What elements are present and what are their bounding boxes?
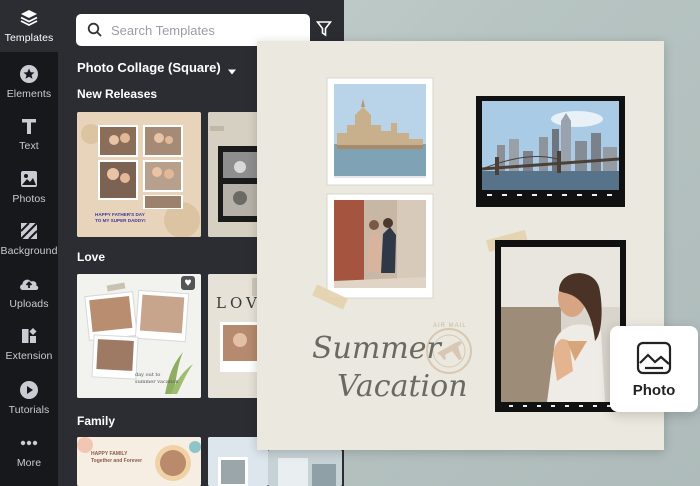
template-thumb-love-summer[interactable]: day out to summer vacation [77, 274, 201, 398]
rail-item-uploads[interactable]: Uploads [0, 266, 58, 318]
image-icon [18, 168, 40, 190]
canvas-title-line1: Summer [312, 331, 441, 366]
rail-label: Templates [4, 32, 54, 44]
photo-frame-couple [326, 193, 434, 299]
photo-frame-parliament [326, 77, 434, 186]
rail-label: Text [19, 140, 39, 152]
thumb-caption-happy-family: HAPPY FAMILY Together and Forever [91, 451, 143, 464]
canvas-title-line2: Vacation [337, 369, 468, 404]
template-thumb-family-3[interactable] [268, 450, 342, 486]
background-icon [18, 220, 40, 242]
layers-icon [18, 7, 40, 29]
star-icon [18, 63, 40, 85]
template-thumb-fathers-day[interactable]: HAPPY FATHER'S DAY TO MY SUPER DADDY! [77, 112, 201, 237]
search-input[interactable] [111, 22, 301, 38]
rail-label: More [16, 457, 42, 469]
thumb-caption-summer: day out to summer vacation [135, 372, 179, 385]
category-label: Photo Collage (Square) [77, 60, 221, 75]
rail-item-extension[interactable]: Extension [0, 318, 58, 370]
photo-icon [636, 341, 672, 375]
rail-label: Background [0, 245, 58, 257]
rail-label: Extension [5, 350, 53, 362]
play-icon [18, 379, 40, 401]
photo-frame-woman [495, 240, 626, 412]
text-icon [18, 115, 40, 137]
rail-item-text[interactable]: Text [0, 108, 58, 160]
section-title-love: Love [77, 250, 106, 264]
caret-down-icon [227, 64, 237, 74]
design-canvas[interactable]: Summer Vacation AIR MAIL [257, 41, 664, 450]
photo-tool-card[interactable]: Photo [610, 326, 698, 412]
rail-item-tutorials[interactable]: Tutorials [0, 372, 58, 424]
rail-item-background[interactable]: Background [0, 213, 58, 265]
filter-icon[interactable] [315, 20, 334, 40]
thumb-caption-fathers-day: HAPPY FATHER'S DAY TO MY SUPER DADDY! [95, 212, 146, 223]
rail-item-photos[interactable]: Photos [0, 161, 58, 213]
section-title-new-releases: New Releases [77, 87, 158, 101]
category-dropdown[interactable]: Photo Collage (Square) [77, 60, 237, 75]
upload-cloud-icon [18, 273, 40, 295]
photo-frame-nyc [476, 96, 625, 207]
section-title-family: Family [77, 414, 116, 428]
rail-item-elements[interactable]: Elements [0, 56, 58, 108]
extension-icon [18, 325, 40, 347]
rail-item-templates[interactable]: Templates [0, 0, 58, 52]
stamp-text: AIR MAIL [433, 323, 467, 329]
rail-label: Uploads [9, 298, 49, 310]
more-dots-icon [18, 432, 40, 454]
search-icon [87, 22, 103, 38]
rail-label: Photos [12, 193, 46, 205]
rail-label: Tutorials [8, 404, 50, 416]
rail-item-more[interactable]: More [0, 425, 58, 477]
side-rail: Templates Elements Text Photos Backgroun… [0, 0, 58, 486]
rail-label: Elements [6, 88, 52, 100]
photo-card-label: Photo [632, 382, 676, 399]
template-thumb-happy-family[interactable]: HAPPY FAMILY Together and Forever [77, 437, 201, 486]
